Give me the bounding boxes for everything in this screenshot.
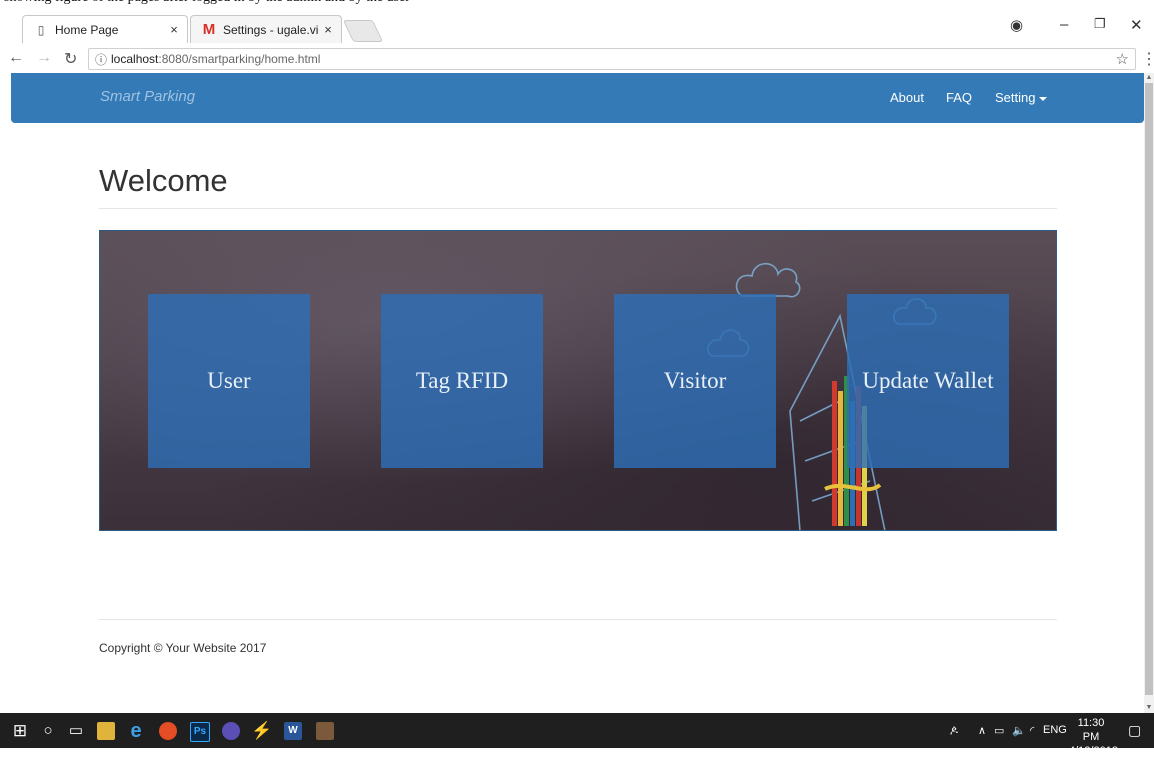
- new-tab-button[interactable]: [342, 20, 384, 42]
- info-icon: ⓘ: [95, 52, 108, 67]
- clock-time: 11:30 PM: [1077, 717, 1105, 743]
- scroll-down-arrow-icon[interactable]: ▼: [1145, 704, 1153, 712]
- tab-home-page[interactable]: ▯ Home Page ×: [22, 15, 188, 43]
- browser-tab-strip: ▯ Home Page × M Settings - ugale.vidya97…: [0, 6, 1154, 45]
- word-icon[interactable]: W: [284, 722, 302, 740]
- wifi-icon[interactable]: ◜: [1030, 724, 1034, 737]
- app-icon[interactable]: [316, 722, 334, 740]
- hero-banner: User Tag RFID Visitor Update Wallet: [99, 230, 1057, 531]
- url-host: localhost: [111, 52, 159, 66]
- forward-arrow-icon[interactable]: →: [36, 49, 52, 67]
- nav-faq[interactable]: FAQ: [946, 90, 972, 105]
- edge-icon[interactable]: e: [126, 721, 146, 741]
- lightning-app-icon[interactable]: ⚡: [251, 721, 272, 741]
- tab-settings[interactable]: M Settings - ugale.vidya97 ×: [190, 15, 342, 43]
- url-input[interactable]: ⓘ localhost :8080/smartparking/home.html…: [88, 48, 1136, 70]
- tab-close-icon[interactable]: ×: [165, 22, 183, 37]
- people-icon[interactable]: ዾ: [950, 724, 958, 737]
- copyright-text: Copyright © Your Website 2017: [99, 641, 267, 655]
- language-indicator[interactable]: ENG: [1043, 724, 1067, 736]
- page-icon: ▯: [37, 22, 45, 37]
- reload-icon[interactable]: ↻: [64, 49, 77, 69]
- address-bar-row: ← → ↻ ⓘ localhost :8080/smartparking/hom…: [0, 45, 1154, 73]
- eclipse-icon[interactable]: [222, 722, 240, 740]
- notification-icon[interactable]: ▢: [1128, 722, 1141, 739]
- task-view-icon[interactable]: ▭: [66, 721, 86, 741]
- footer-divider: [99, 619, 1057, 620]
- windows-taskbar: ⊞ ○ ▭ e Ps ⚡ W ዾ ∧ ▭ 🔈 ◜ ENG 11:30 PM 4/…: [0, 713, 1154, 757]
- file-explorer-icon[interactable]: [97, 722, 115, 740]
- browser-menu-icon[interactable]: ⋮: [1141, 49, 1154, 69]
- battery-icon[interactable]: ▭: [994, 724, 1004, 737]
- tile-update-wallet[interactable]: Update Wallet: [847, 294, 1009, 468]
- vertical-scrollbar[interactable]: ▲ ▼: [1144, 73, 1154, 713]
- profile-icon[interactable]: ◉: [1010, 16, 1023, 34]
- gmail-icon: M: [202, 21, 216, 38]
- tab-title: Settings - ugale.vidya97: [223, 22, 319, 37]
- tile-tag-rfid[interactable]: Tag RFID: [381, 294, 543, 468]
- tray-chevron-icon[interactable]: ∧: [978, 724, 986, 737]
- tab-close-icon[interactable]: ×: [319, 22, 337, 37]
- volume-icon[interactable]: 🔈: [1012, 724, 1026, 737]
- url-path: :8080/smartparking/home.html: [158, 52, 321, 66]
- page-viewport: Smart Parking About FAQ Setting Welcome: [0, 73, 1154, 713]
- windows-start-icon[interactable]: ⊞: [10, 721, 30, 741]
- minimize-button[interactable]: –: [1060, 16, 1068, 33]
- scrollbar-thumb[interactable]: [1145, 83, 1153, 695]
- brand-link[interactable]: Smart Parking: [100, 88, 195, 105]
- chrome-icon[interactable]: [159, 722, 177, 740]
- close-window-button[interactable]: ✕: [1130, 16, 1143, 34]
- scroll-up-arrow-icon[interactable]: ▲: [1145, 74, 1153, 82]
- clock[interactable]: 11:30 PM 4/12/2018: [1069, 716, 1118, 758]
- nav-setting-label: Setting: [995, 90, 1036, 105]
- bookmark-star-icon[interactable]: ☆: [1116, 50, 1129, 68]
- clock-date: 4/12/2018: [1069, 745, 1118, 757]
- search-icon[interactable]: ○: [38, 721, 58, 741]
- tile-user[interactable]: User: [148, 294, 310, 468]
- back-arrow-icon[interactable]: ←: [8, 49, 24, 67]
- restore-button[interactable]: ❐: [1094, 16, 1106, 32]
- nav-setting-dropdown[interactable]: Setting: [995, 90, 1048, 105]
- nav-about[interactable]: About: [890, 90, 924, 105]
- tile-visitor[interactable]: Visitor: [614, 294, 776, 468]
- caret-down-icon: [1039, 96, 1048, 101]
- tab-title: Home Page: [55, 22, 119, 37]
- site-navbar: Smart Parking About FAQ Setting: [11, 73, 1144, 123]
- page-title: Welcome: [99, 163, 228, 198]
- divider: [99, 208, 1057, 209]
- photoshop-icon[interactable]: Ps: [190, 722, 210, 742]
